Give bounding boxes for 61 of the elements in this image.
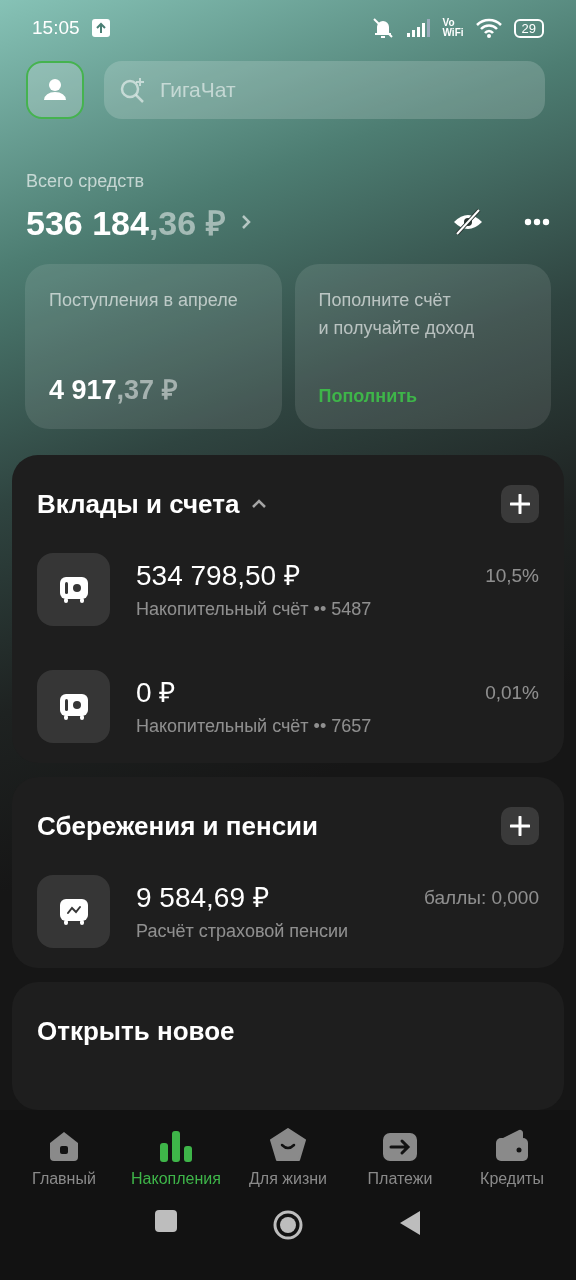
- search-input[interactable]: ГигаЧат: [158, 76, 529, 103]
- account-icon-tile[interactable]: [37, 670, 110, 743]
- section-title: Вклады и счета: [37, 488, 240, 520]
- star-smile-icon: [270, 1128, 306, 1162]
- chevron-up-icon[interactable]: [251, 499, 268, 509]
- chevron-right-icon: [239, 213, 252, 231]
- account-amount: 0 ₽: [136, 676, 177, 710]
- more-icon: [524, 218, 550, 226]
- account-amount: 534 798,50 ₽: [136, 559, 301, 593]
- plus-icon: [510, 816, 530, 836]
- account-rate: 0,01%: [485, 681, 539, 704]
- hide-balance-button[interactable]: [452, 208, 484, 236]
- safe-icon: [58, 575, 89, 604]
- wallet-icon: [495, 1128, 529, 1162]
- add-button[interactable]: [501, 807, 539, 845]
- search-bar[interactable]: ГигаЧат: [104, 60, 545, 119]
- card-title: Пополните счёт и получайте доход: [318, 289, 476, 340]
- section-title: Открыть новое: [37, 1015, 235, 1047]
- bar-chart-icon: [159, 1130, 193, 1162]
- summary-card[interactable]: Пополните счёт и получайте доход Пополнить: [294, 264, 551, 429]
- back-button[interactable]: [399, 1210, 421, 1236]
- house-icon: [47, 1130, 81, 1162]
- sparkle-search-icon: [120, 76, 146, 103]
- nav-tab[interactable]: Кредиты: [456, 1110, 568, 1202]
- profile-button[interactable]: [26, 60, 84, 119]
- chart-screen-icon: [58, 897, 89, 926]
- account-rate: 10,5%: [485, 564, 539, 587]
- muted-bell-icon: [370, 17, 395, 40]
- account-name: Накопительный счёт •• 5487: [136, 599, 373, 620]
- account-icon-tile[interactable]: [37, 553, 110, 626]
- wifi-icon: [475, 18, 502, 39]
- nav-tab[interactable]: Для жизни: [232, 1110, 344, 1202]
- battery-indicator: 29: [513, 18, 544, 38]
- card-title: Поступления в апреле: [49, 289, 239, 312]
- add-button[interactable]: [501, 485, 539, 523]
- recents-button[interactable]: [155, 1210, 177, 1232]
- eye-crossed-icon: [452, 208, 484, 236]
- account-name: Расчёт страховой пенсии: [136, 921, 350, 942]
- total-amount[interactable]: 536 184,36 ₽: [26, 199, 226, 245]
- more-button[interactable]: [524, 218, 550, 226]
- top-up-link[interactable]: Пополнить: [318, 386, 527, 407]
- nav-tab[interactable]: Главный: [8, 1110, 120, 1202]
- account-rate: баллы: 0,000: [424, 886, 539, 909]
- nav-tab[interactable]: Накопления: [120, 1110, 232, 1202]
- person-icon: [43, 77, 67, 102]
- plus-icon: [510, 494, 530, 514]
- home-button[interactable]: [273, 1210, 303, 1240]
- total-label: Всего средств: [26, 171, 146, 192]
- card-amount: 4 917,37 ₽: [49, 374, 179, 407]
- summary-card[interactable]: Поступления в апреле 4 917,37 ₽: [25, 264, 282, 429]
- status-time: 15:05: [32, 17, 80, 40]
- account-icon-tile[interactable]: [37, 875, 110, 948]
- upload-notification-icon: [91, 19, 110, 38]
- arrow-box-icon: [382, 1132, 418, 1162]
- signal-icon: [406, 19, 431, 38]
- volte-indicator: Vo WiFi: [442, 18, 464, 39]
- account-name: Накопительный счёт •• 7657: [136, 716, 373, 737]
- section-title: Сбережения и пенсии: [37, 810, 319, 842]
- nav-tab[interactable]: Платежи: [344, 1110, 456, 1202]
- safe-icon: [58, 692, 89, 721]
- account-amount: 9 584,69 ₽: [136, 881, 270, 915]
